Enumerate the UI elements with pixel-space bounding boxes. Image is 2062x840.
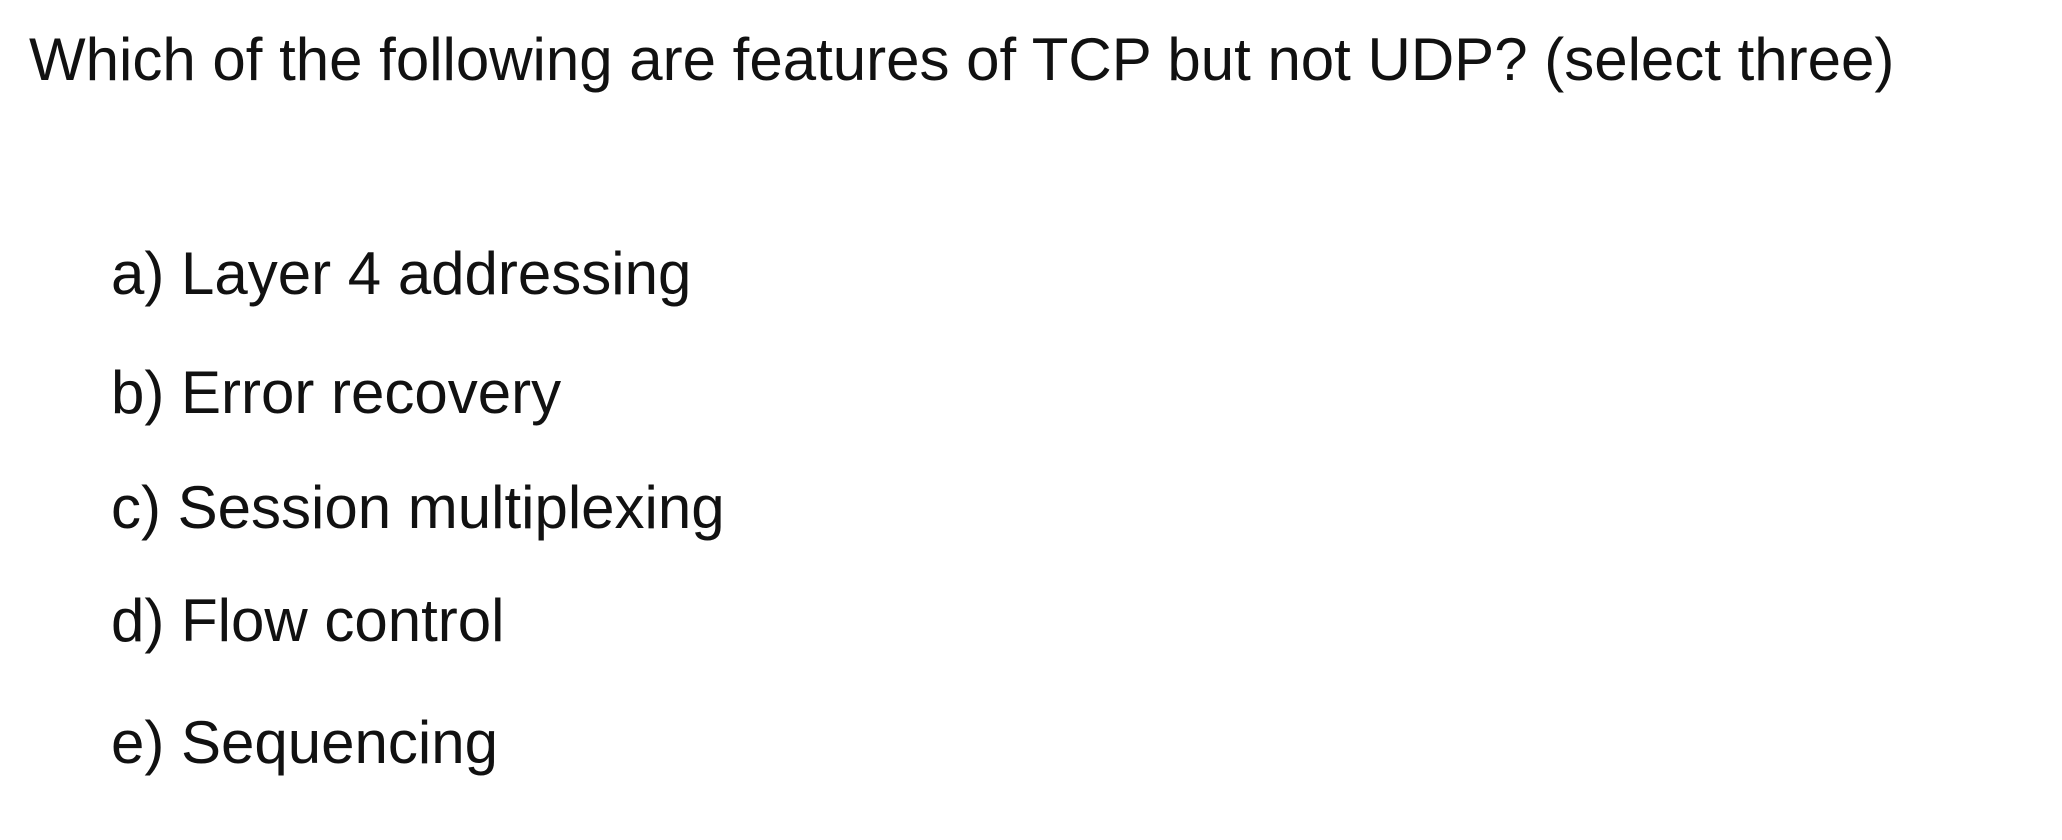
option-c: c) Session multiplexing [111,474,725,541]
option-b: b) Error recovery [111,359,562,426]
answer-options-list: a) Layer 4 addressing b) Error recovery … [111,236,725,781]
option-d: d) Flow control [111,587,505,654]
option-e: e) Sequencing [111,709,498,776]
question-text: Which of the following are features of T… [29,26,1895,93]
option-a: a) Layer 4 addressing [111,240,692,307]
